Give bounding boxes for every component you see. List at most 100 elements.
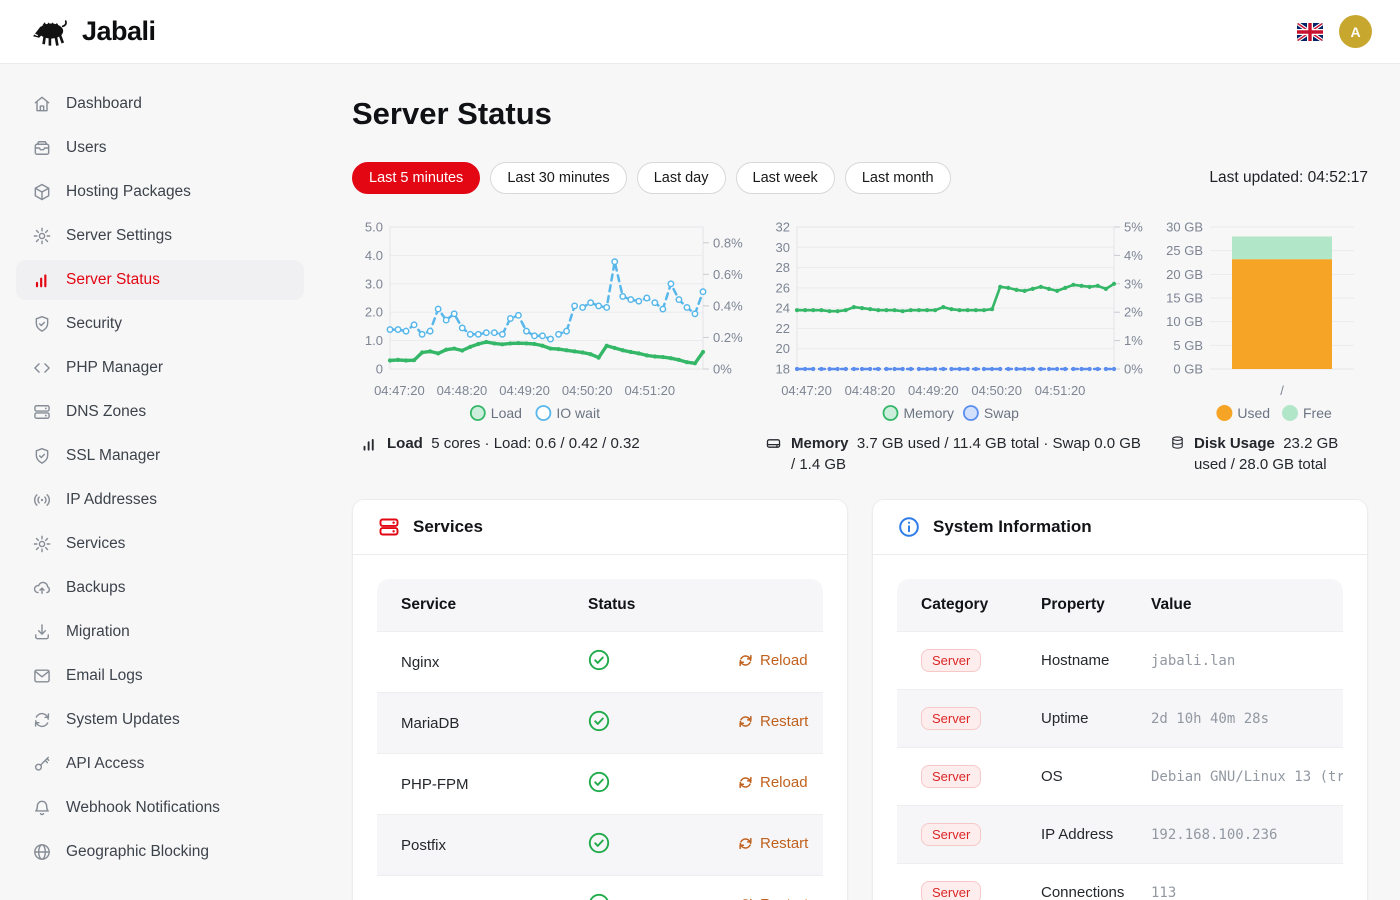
- language-flag-icon[interactable]: [1297, 23, 1323, 41]
- sidebar-item-backups[interactable]: Backups: [16, 568, 304, 608]
- sidebar-item-label: IP Addresses: [66, 491, 157, 509]
- last-updated-text: Last updated: 04:52:17: [1209, 169, 1368, 187]
- sidebar-item-geographic-blocking[interactable]: Geographic Blocking: [16, 832, 304, 872]
- sidebar-item-label: Services: [66, 535, 125, 553]
- restart-button[interactable]: Restart: [738, 713, 808, 730]
- svg-text:0.6%: 0.6%: [713, 267, 743, 282]
- sidebar-item-server-status[interactable]: Server Status: [16, 260, 304, 300]
- svg-text:4.0: 4.0: [365, 248, 383, 263]
- category-badge: Server: [921, 765, 981, 788]
- reload-button[interactable]: Reload: [738, 774, 808, 791]
- sidebar-item-email-logs[interactable]: Email Logs: [16, 656, 304, 696]
- sidebar-item-migration[interactable]: Migration: [16, 612, 304, 652]
- time-range-last-month[interactable]: Last month: [845, 162, 951, 194]
- disk-stat-label: Disk Usage: [1194, 435, 1275, 452]
- svg-text:3.0: 3.0: [365, 276, 383, 291]
- boar-logo-icon: [28, 16, 72, 48]
- mail-icon: [32, 666, 52, 686]
- disk-chart: 0 GB5 GB10 GB15 GB20 GB25 GB30 GB/UsedFr…: [1162, 212, 1368, 427]
- svg-text:/: /: [1280, 383, 1284, 398]
- refresh-icon: [738, 775, 753, 790]
- svg-text:5 GB: 5 GB: [1173, 338, 1203, 353]
- column-header: Value: [1151, 579, 1343, 632]
- sidebar-item-label: Server Status: [66, 271, 160, 289]
- property-value: 192.168.100.236: [1151, 827, 1277, 843]
- svg-text:04:48:20: 04:48:20: [437, 383, 488, 398]
- gear-icon: [32, 226, 52, 246]
- svg-text:0%: 0%: [1124, 362, 1143, 377]
- sidebar-item-dns-zones[interactable]: DNS Zones: [16, 392, 304, 432]
- key-icon: [32, 754, 52, 774]
- time-range-last-5-minutes[interactable]: Last 5 minutes: [352, 162, 480, 194]
- svg-text:0%: 0%: [713, 362, 732, 377]
- sidebar-item-label: Backups: [66, 579, 125, 597]
- svg-text:2.0: 2.0: [365, 305, 383, 320]
- service-status: [588, 693, 738, 754]
- svg-text:Free: Free: [1303, 405, 1332, 421]
- sidebar-item-label: API Access: [66, 755, 144, 773]
- svg-text:24: 24: [776, 301, 790, 316]
- load-stat: Load 5 cores · Load: 0.6 / 0.42 / 0.32: [352, 433, 757, 475]
- package-icon: [32, 182, 52, 202]
- time-range-last-week[interactable]: Last week: [736, 162, 835, 194]
- charts-row: 01.02.03.04.05.00%0.2%0.4%0.6%0.8%04:47:…: [352, 212, 1368, 427]
- column-header: Property: [1041, 579, 1151, 632]
- sidebar-item-label: Users: [66, 139, 106, 157]
- table-row: ServerConnections113: [897, 864, 1343, 900]
- table-row: PostfixRestart: [377, 815, 823, 876]
- cards-row: Services ServiceStatus NginxReloadMariaD…: [352, 499, 1368, 900]
- sidebar-item-label: Server Settings: [66, 227, 172, 245]
- sidebar-item-ssl-manager[interactable]: SSL Manager: [16, 436, 304, 476]
- property-value: 113: [1151, 885, 1176, 900]
- sidebar-item-security[interactable]: Security: [16, 304, 304, 344]
- table-row: DovecotRestart: [377, 876, 823, 900]
- svg-text:04:51:20: 04:51:20: [1035, 383, 1086, 398]
- status-ok-icon: [588, 649, 610, 671]
- sidebar-item-ip-addresses[interactable]: IP Addresses: [16, 480, 304, 520]
- status-ok-icon: [588, 771, 610, 793]
- status-ok-icon: [588, 832, 610, 854]
- restart-button[interactable]: Restart: [738, 835, 808, 852]
- svg-text:28: 28: [776, 260, 790, 275]
- svg-text:20 GB: 20 GB: [1166, 267, 1203, 282]
- sidebar-item-php-manager[interactable]: PHP Manager: [16, 348, 304, 388]
- property-name: OS: [1041, 748, 1151, 806]
- svg-text:0.8%: 0.8%: [713, 235, 743, 250]
- restart-button[interactable]: Restart: [738, 896, 808, 900]
- page-title: Server Status: [352, 96, 1368, 132]
- service-status: [588, 876, 738, 900]
- sidebar-item-users[interactable]: Users: [16, 128, 304, 168]
- table-row: ServerHostnamejabali.lan: [897, 632, 1343, 690]
- server-stack-icon: [32, 402, 52, 422]
- svg-text:IO wait: IO wait: [556, 405, 600, 421]
- system-information-table: CategoryPropertyValue ServerHostnamejaba…: [897, 579, 1343, 900]
- sidebar-item-label: Migration: [66, 623, 130, 641]
- refresh-icon: [738, 714, 753, 729]
- top-navbar: Jabali A: [0, 0, 1400, 64]
- user-avatar[interactable]: A: [1339, 15, 1372, 48]
- sidebar-item-webhook-notifications[interactable]: Webhook Notifications: [16, 788, 304, 828]
- sidebar-item-api-access[interactable]: API Access: [16, 744, 304, 784]
- sidebar-item-label: Email Logs: [66, 667, 143, 685]
- system-information-card: System Information CategoryPropertyValue…: [872, 499, 1368, 900]
- reload-button[interactable]: Reload: [738, 652, 808, 669]
- sidebar-item-services[interactable]: Services: [16, 524, 304, 564]
- svg-text:04:49:20: 04:49:20: [499, 383, 550, 398]
- sidebar-item-dashboard[interactable]: Dashboard: [16, 84, 304, 124]
- cloud-up-icon: [32, 578, 52, 598]
- svg-text:Swap: Swap: [984, 405, 1019, 421]
- time-range-last-30-minutes[interactable]: Last 30 minutes: [490, 162, 626, 194]
- services-card-title: Services: [413, 517, 483, 537]
- shield-check-icon: [32, 446, 52, 466]
- table-row: ServerOSDebian GNU/Linux 13 (trixie): [897, 748, 1343, 806]
- sidebar-item-server-settings[interactable]: Server Settings: [16, 216, 304, 256]
- svg-text:30 GB: 30 GB: [1166, 220, 1203, 235]
- property-name: Uptime: [1041, 690, 1151, 748]
- sidebar-item-label: Webhook Notifications: [66, 799, 220, 817]
- globe-icon: [32, 842, 52, 862]
- sidebar-item-hosting-packages[interactable]: Hosting Packages: [16, 172, 304, 212]
- time-range-last-day[interactable]: Last day: [637, 162, 726, 194]
- service-status: [588, 815, 738, 876]
- sidebar-item-system-updates[interactable]: System Updates: [16, 700, 304, 740]
- svg-text:04:50:20: 04:50:20: [971, 383, 1022, 398]
